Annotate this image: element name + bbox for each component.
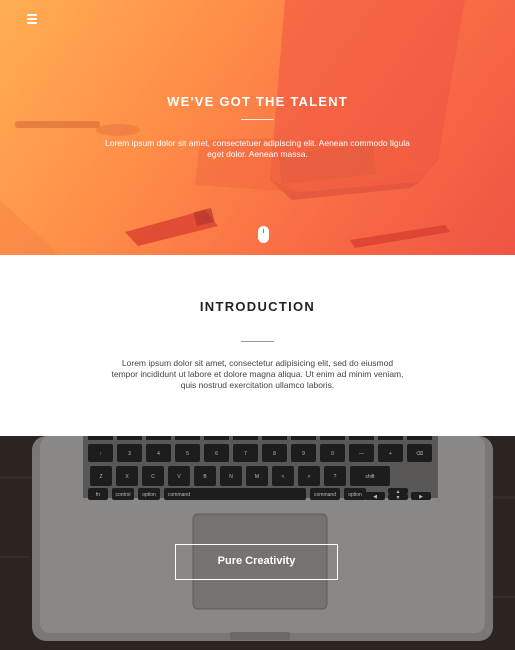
keyboard-key-row1-11-label: ⌫: [416, 451, 423, 457]
keyboard-key-row3-2-label: option: [142, 492, 156, 498]
keyboard-key-row1-7-label: 9: [302, 451, 305, 457]
keyboard-key-top-2: [146, 436, 171, 440]
keyboard-key-top-1: [117, 436, 142, 440]
intro-title: INTRODUCTION: [199, 299, 316, 314]
keyboard-key-row2-2-label: C: [151, 474, 155, 480]
hero-divider: [241, 119, 274, 120]
keyboard-spacebar: [192, 488, 306, 500]
keyboard-key-top-11: [407, 436, 432, 440]
hero-title: WE'VE GOT THE TALENT: [167, 94, 348, 109]
keyboard-key-row3-5-label: option: [348, 492, 362, 498]
keyboard-key-top-0: [88, 436, 113, 440]
keyboard-arrow-down-label: ▼: [396, 495, 401, 501]
keyboard-key-top-3: [175, 436, 200, 440]
keyboard-key-row1-0-label: ↑: [99, 451, 102, 457]
hero-subtitle: Lorem ipsum dolor sit amet, consectetuer…: [105, 138, 410, 159]
hamburger-menu-icon[interactable]: [27, 14, 37, 24]
keyboard-key-row1-2-label: 4: [157, 451, 160, 457]
intro-divider: [241, 341, 274, 342]
keyboard-key-row2-6-label: M: [255, 474, 259, 480]
keyboard-key-row2-10-label: shift: [365, 474, 375, 480]
keyboard-arrow-right-label: ▶: [419, 494, 423, 500]
keyboard-arrow-left-label: ◀: [373, 494, 377, 500]
keyboard-key-row2-9-label: ?: [334, 474, 337, 480]
hero-background-laptop-image: [0, 0, 465, 255]
keyboard-key-top-7: [291, 436, 316, 440]
keyboard-key-top-6: [262, 436, 287, 440]
keyboard-key-top-5: [233, 436, 258, 440]
intro-section: INTRODUCTION Lorem ipsum dolor sit amet,…: [0, 255, 515, 436]
keyboard-key-top-10: [378, 436, 403, 440]
keyboard-key-top-8: [320, 436, 345, 440]
keyboard-key-row3-3-label: command: [168, 492, 190, 498]
keyboard-key-row3-0-label: fn: [96, 492, 100, 498]
keyboard-key-row3-4-label: command: [314, 492, 336, 498]
hero-section: WE'VE GOT THE TALENT Lorem ipsum dolor s…: [0, 0, 515, 255]
creativity-section: ↑ 3 4 5 6 7 8 9 0— + ⌫ Z X C V B N M < >? shift fn control opti…: [0, 436, 515, 650]
laptop-keyboard-background-image: ↑ 3 4 5 6 7 8 9 0— + ⌫Z X C V B N M < >? shiftfn control opti…: [0, 436, 515, 650]
keyboard-key-row2-7-label: <: [282, 474, 285, 480]
keyboard-key-row1-6-label: 8: [273, 451, 276, 457]
keyboard-key-row1-5-label: 7: [244, 451, 247, 457]
keyboard-key-row1-1-label: 3: [128, 451, 131, 457]
intro-text: Lorem ipsum dolor sit amet, consectetur …: [111, 358, 404, 390]
keyboard-key-row1-8-label: 0: [331, 451, 334, 457]
mouse-scroll-icon[interactable]: [258, 226, 269, 243]
keyboard-key-top-9: [349, 436, 374, 440]
keyboard-key-row1-9-label: —: [359, 451, 364, 457]
keyboard-key-row3-1-label: control: [115, 492, 130, 498]
keyboard-key-top-4: [204, 436, 229, 440]
keyboard-key-row2-5-label: N: [229, 474, 233, 480]
pure-creativity-button[interactable]: Pure Creativity: [175, 544, 338, 580]
keyboard-key-row2-8-label: >: [308, 474, 311, 480]
keyboard-key-row1-3-label: 5: [186, 451, 189, 457]
keyboard-key-row2-0-label: Z: [99, 474, 102, 480]
keyboard-key-row1-10-label: +: [389, 451, 392, 457]
keyboard-key-row1-4-label: 6: [215, 451, 218, 457]
